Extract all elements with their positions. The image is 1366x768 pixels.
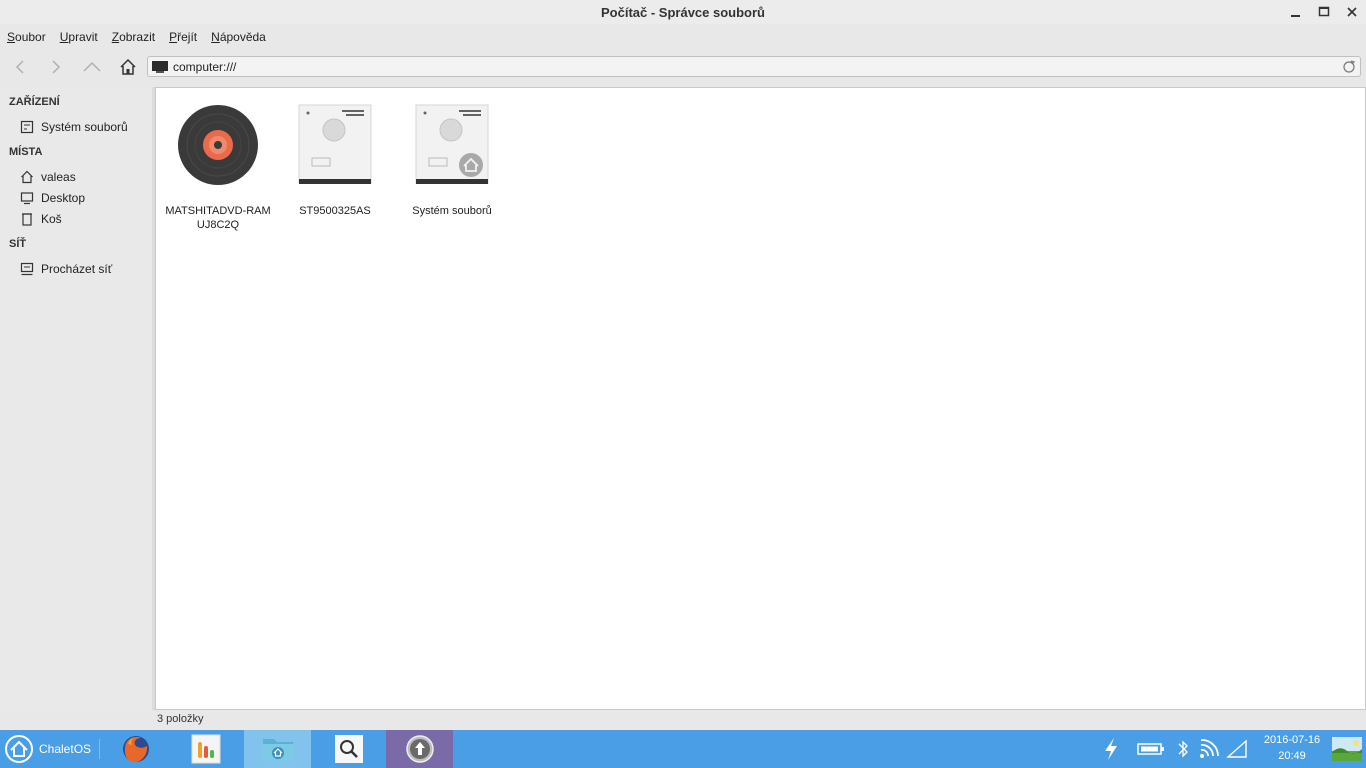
- tray-signal[interactable]: [1224, 730, 1250, 768]
- file-item-dvd[interactable]: MATSHITADVD-RAM UJ8C2Q: [158, 103, 278, 232]
- lightning-icon: [1105, 738, 1117, 760]
- icon-view: MATSHITADVD-RAM UJ8C2Q ST9500325AS Systé…: [155, 87, 1366, 710]
- minimize-icon: [1291, 15, 1300, 17]
- tray-bluetooth[interactable]: [1173, 730, 1193, 768]
- sidebar-heading-places: MÍSTA: [9, 146, 43, 158]
- sidebar-item-label: Procházet síť: [41, 262, 113, 276]
- start-label: ChaletOS: [39, 742, 92, 756]
- clock[interactable]: 2016-07-16 20:49: [1258, 732, 1326, 764]
- desktop-icon: [20, 192, 34, 205]
- taskbar: ChaletOS 2016-07-16 20:49: [0, 730, 1366, 768]
- sidebar-item-label: Systém souborů: [41, 120, 128, 134]
- taskbar-file-manager[interactable]: [244, 730, 311, 768]
- minimize-button[interactable]: [1282, 1, 1310, 23]
- status-text: 3 položky: [157, 713, 204, 725]
- toolbar: [0, 52, 1366, 82]
- tray-wifi[interactable]: [1196, 730, 1222, 768]
- sidebar-item-filesystem[interactable]: Systém souborů: [20, 118, 148, 136]
- maximize-button[interactable]: [1310, 1, 1338, 23]
- home-icon: [120, 58, 136, 75]
- sidebar-heading-network: SÍŤ: [9, 238, 27, 250]
- trash-icon: [22, 213, 32, 226]
- search-icon: [335, 735, 363, 763]
- sidebar-heading-devices: ZAŘÍZENÍ: [9, 96, 60, 108]
- taskbar-divider: [99, 739, 100, 759]
- tray-power[interactable]: [1098, 730, 1124, 768]
- title-bar: Počítač - Správce souborů: [0, 0, 1366, 24]
- reload-icon[interactable]: [1342, 59, 1356, 74]
- taskbar-search[interactable]: [316, 730, 382, 768]
- file-name: MATSHITADVD-RAM UJ8C2Q: [165, 205, 271, 231]
- window-title: Počítač - Správce souborů: [601, 4, 765, 20]
- bluetooth-icon: [1178, 740, 1188, 758]
- hard-drive-icon: [298, 104, 372, 184]
- landscape-icon: [1332, 737, 1362, 761]
- menu-napoveda[interactable]: Nápověda: [211, 30, 266, 44]
- show-desktop-button[interactable]: [1330, 730, 1364, 768]
- drive-icon: [20, 120, 34, 134]
- sidebar-item-label: Desktop: [41, 191, 86, 205]
- location-input[interactable]: [173, 59, 1323, 74]
- sidebar-item-trash[interactable]: Koš: [20, 210, 148, 228]
- optical-disc-icon: [178, 105, 258, 185]
- close-button[interactable]: [1338, 1, 1366, 23]
- clock-date: 2016-07-16: [1263, 734, 1321, 746]
- chevron-up-icon: [83, 61, 101, 72]
- file-manager-icon: [262, 739, 293, 761]
- forward-button[interactable]: [43, 55, 69, 79]
- taskbar-update-manager[interactable]: [386, 730, 453, 768]
- computer-icon: [152, 60, 168, 73]
- sidebar-item-browse-network[interactable]: Procházet síť: [20, 260, 148, 278]
- start-button[interactable]: ChaletOS: [0, 730, 96, 768]
- battery-icon: [1137, 743, 1164, 755]
- chevron-left-icon: [15, 60, 24, 74]
- maximize-icon: [1318, 6, 1330, 17]
- sidebar-item-valeas[interactable]: valeas: [20, 168, 148, 186]
- location-bar[interactable]: [147, 56, 1361, 77]
- up-button[interactable]: [79, 55, 105, 79]
- chevron-right-icon: [52, 60, 61, 74]
- signal-icon: [1226, 739, 1247, 758]
- menu-prejit[interactable]: Přejít: [169, 30, 197, 44]
- file-item-hdd[interactable]: ST9500325AS: [275, 103, 395, 218]
- firefox-icon: [123, 736, 149, 762]
- window-controls: [1282, 0, 1366, 24]
- sidebar-item-label: valeas: [41, 170, 76, 184]
- root-filesystem-icon: [415, 104, 489, 184]
- wifi-icon: [1200, 739, 1219, 758]
- sidebar-item-label: Koš: [41, 212, 62, 226]
- menu-upravit[interactable]: Upravit: [60, 30, 98, 44]
- clock-time: 20:49: [1278, 750, 1306, 762]
- taskbar-system-monitor[interactable]: [173, 730, 239, 768]
- taskbar-firefox[interactable]: [103, 730, 169, 768]
- close-icon: [1347, 7, 1357, 17]
- network-icon: [20, 262, 34, 276]
- file-name: ST9500325AS: [299, 205, 371, 217]
- home-button[interactable]: [115, 55, 141, 79]
- update-icon: [405, 735, 434, 763]
- sidebar-item-desktop[interactable]: Desktop: [20, 189, 148, 207]
- back-button[interactable]: [7, 55, 33, 79]
- home-icon: [21, 170, 33, 184]
- chaletos-logo-icon: [5, 735, 33, 763]
- menu-bar: Soubor Upravit Zobrazit Přejít Nápověda: [0, 27, 280, 47]
- file-item-root-filesystem[interactable]: Systém souborů: [392, 103, 512, 218]
- menu-zobrazit[interactable]: Zobrazit: [112, 30, 155, 44]
- sidebar: ZAŘÍZENÍ Systém souborů MÍSTA valeas Des…: [0, 87, 152, 710]
- tray-battery[interactable]: [1135, 730, 1167, 768]
- menu-soubor[interactable]: Soubor: [7, 30, 46, 44]
- system-monitor-icon: [191, 734, 221, 764]
- file-name: Systém souborů: [412, 205, 492, 217]
